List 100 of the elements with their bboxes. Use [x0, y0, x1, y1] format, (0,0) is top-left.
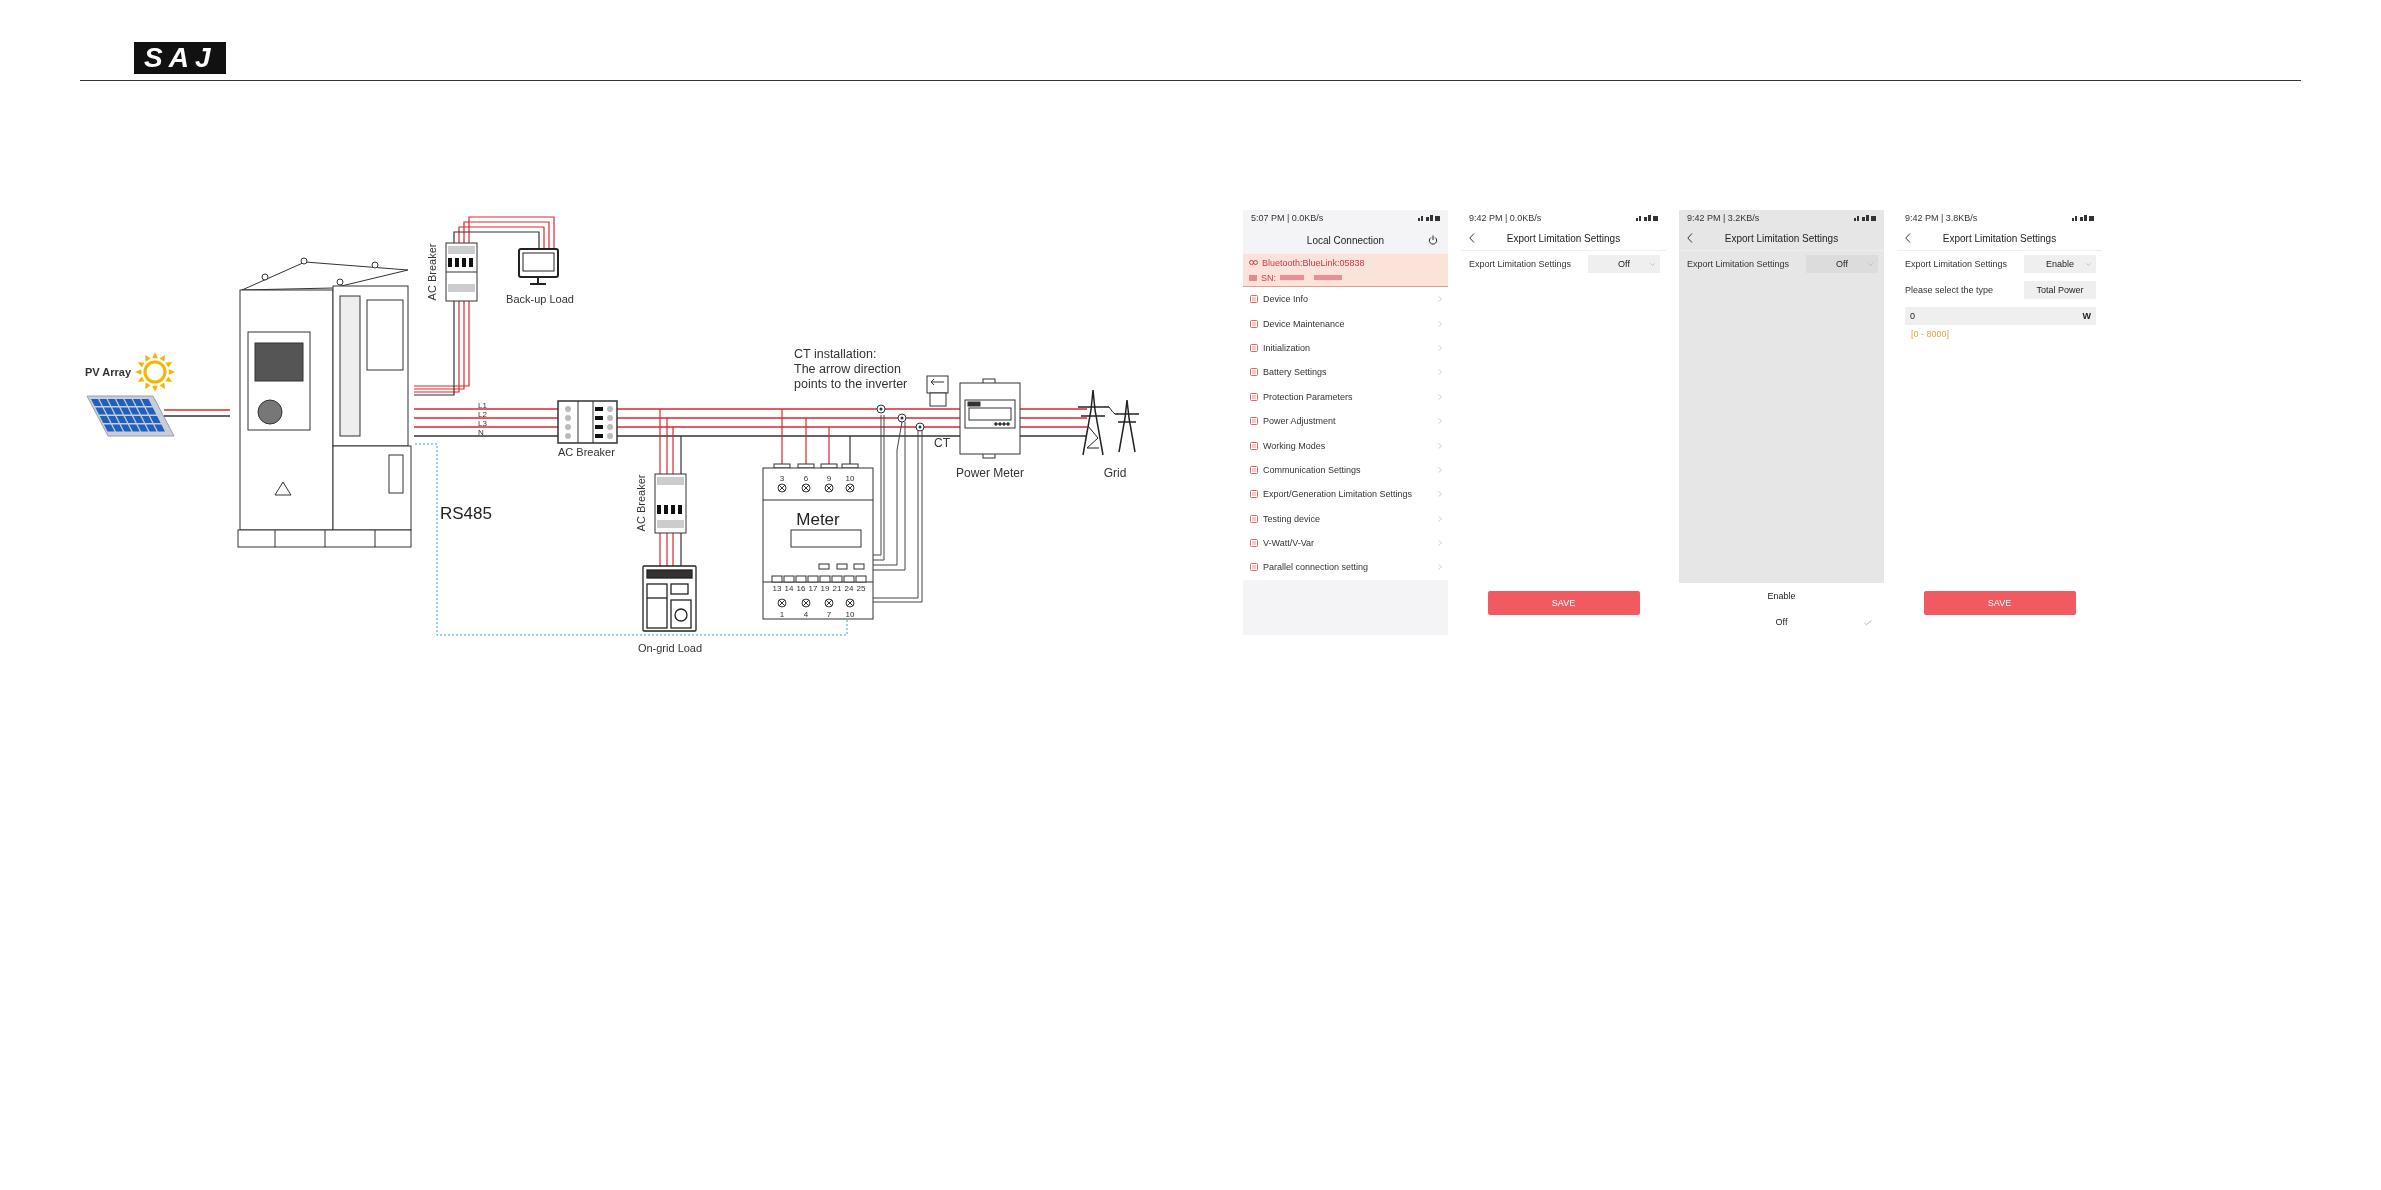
- list-icon: [1250, 319, 1258, 328]
- list-icon: [1250, 295, 1258, 304]
- phase-label: N: [478, 427, 484, 437]
- monitor-icon: [518, 248, 559, 285]
- menu-item[interactable]: Device Maintenance: [1243, 311, 1448, 336]
- menu-item[interactable]: Parallel connection setting: [1243, 555, 1448, 580]
- list-icon: [1250, 441, 1258, 450]
- terminal-number: 4: [803, 610, 809, 619]
- breaker-drawing: [654, 473, 687, 534]
- grid-label: Grid: [1103, 466, 1127, 480]
- back-icon[interactable]: [1687, 233, 1693, 243]
- ct-arrow-icon: [926, 375, 949, 407]
- signal-icon: [1636, 215, 1658, 221]
- power-icon[interactable]: [1428, 235, 1438, 245]
- menu-item[interactable]: V-Watt/V-Var: [1243, 530, 1448, 556]
- terminal-number: 9: [826, 474, 832, 483]
- back-icon[interactable]: [1905, 233, 1911, 243]
- breaker-drawing: [445, 242, 478, 302]
- appliance-drawing: [642, 565, 697, 632]
- meter-label: Meter: [796, 510, 840, 529]
- menu-item[interactable]: Working Modes: [1243, 433, 1448, 458]
- list-icon: [1250, 514, 1258, 523]
- terminal-number: 17: [808, 584, 818, 593]
- load-label: On-grid Load: [637, 642, 703, 654]
- dropdown[interactable]: Total Power: [2024, 281, 2096, 299]
- serial-icon: [1249, 274, 1257, 281]
- list-icon: [1250, 368, 1258, 377]
- terminal-number: 7: [826, 610, 832, 619]
- list-icon: [1250, 539, 1258, 548]
- sun-icon: [135, 352, 175, 392]
- ct-clamp-icon: [876, 404, 886, 414]
- field-label: Export Limitation Settings: [1905, 259, 2008, 269]
- list-icon: [1250, 392, 1258, 401]
- power-tower-drawing: [1077, 389, 1140, 456]
- serial-label: SN:: [1261, 272, 1276, 283]
- menu-item[interactable]: Communication Settings: [1243, 457, 1448, 483]
- terminal-number: 1: [779, 610, 785, 619]
- option-item[interactable]: Enable: [1679, 583, 1884, 609]
- menu-item[interactable]: Testing device: [1243, 506, 1448, 531]
- terminal-number: 19: [820, 584, 830, 593]
- diagram-label: PV Array: [85, 366, 132, 378]
- terminal-number: 24: [844, 584, 854, 593]
- terminal-number: 16: [796, 584, 806, 593]
- connection-text: Bluetooth:BlueLink:05838: [1262, 257, 1365, 268]
- list-icon: [1250, 465, 1258, 474]
- dropdown[interactable]: Enable: [2024, 255, 2096, 273]
- menu-item[interactable]: Protection Parameters: [1243, 384, 1448, 409]
- screen-title: Export Limitation Settings: [1506, 232, 1621, 244]
- breaker-drawing: [557, 400, 618, 444]
- ct-note-line: points to the inverter: [794, 377, 908, 391]
- phase-label: L3: [478, 418, 487, 428]
- menu-item[interactable]: Initialization: [1243, 335, 1448, 361]
- meter-label: Power Meter: [956, 466, 1024, 480]
- range-hint: [0 - 8000]: [1911, 329, 1950, 339]
- screen-title: Export Limitation Settings: [1724, 232, 1839, 244]
- breaker-label: AC Breaker: [426, 243, 438, 301]
- status-text: 9:42 PM | 3.8KB/s: [1905, 213, 1978, 223]
- list-icon: [1250, 417, 1258, 426]
- caret-icon: [1650, 263, 1655, 266]
- status-text: 9:42 PM | 0.0KB/s: [1469, 213, 1542, 223]
- dc-cable: [163, 409, 231, 417]
- breaker-label: AC Breaker: [558, 446, 615, 458]
- terminal-number: 10: [845, 474, 855, 483]
- menu-item[interactable]: Power Adjustment: [1243, 408, 1448, 434]
- terminal-number: 25: [856, 584, 866, 593]
- redaction-bar: [1280, 275, 1304, 280]
- menu-item[interactable]: Export/Generation Limitation Settings: [1243, 482, 1448, 507]
- terminal-number: 10: [845, 610, 855, 619]
- menu-item[interactable]: Battery Settings: [1243, 360, 1448, 385]
- terminal-number: 14: [784, 584, 794, 593]
- phase-label: L2: [478, 409, 487, 419]
- field-label: Export Limitation Settings: [1469, 259, 1572, 269]
- redaction-bar: [1314, 275, 1342, 280]
- caret-icon: [2086, 263, 2091, 266]
- option-item[interactable]: Off: [1679, 609, 1884, 635]
- phase-label: L1: [478, 400, 487, 410]
- input-field[interactable]: 0 W: [1905, 307, 2096, 325]
- signal-icon: [2072, 215, 2094, 221]
- back-icon[interactable]: [1469, 233, 1475, 243]
- ct-note-line: The arrow direction: [794, 362, 901, 376]
- logo: SAJ: [134, 42, 227, 74]
- status-text: 5:07 PM | 0.0KB/s: [1251, 213, 1324, 223]
- list-icon: [1250, 563, 1258, 572]
- terminal-number: 6: [803, 474, 809, 483]
- status-text: 9:42 PM | 3.2KB/s: [1687, 213, 1760, 223]
- list-icon: [1250, 490, 1258, 499]
- field-label: Export Limitation Settings: [1687, 259, 1790, 269]
- terminal-number: 13: [772, 584, 782, 593]
- screen-title: Export Limitation Settings: [1942, 232, 2057, 244]
- dropdown[interactable]: Off: [1588, 255, 1660, 273]
- ct-label: CT: [934, 436, 950, 450]
- screen-title: Local Connection: [1306, 234, 1385, 246]
- link-icon: [1249, 260, 1258, 265]
- ct-note-line: CT installation:: [794, 347, 877, 361]
- rs485-label: RS485: [440, 504, 492, 523]
- menu-item[interactable]: Device Info: [1243, 287, 1448, 312]
- dropdown[interactable]: Off: [1806, 255, 1878, 273]
- breaker-label: AC Breaker: [635, 474, 647, 532]
- signal-icon: [1418, 215, 1440, 221]
- terminal-number: 21: [832, 584, 842, 593]
